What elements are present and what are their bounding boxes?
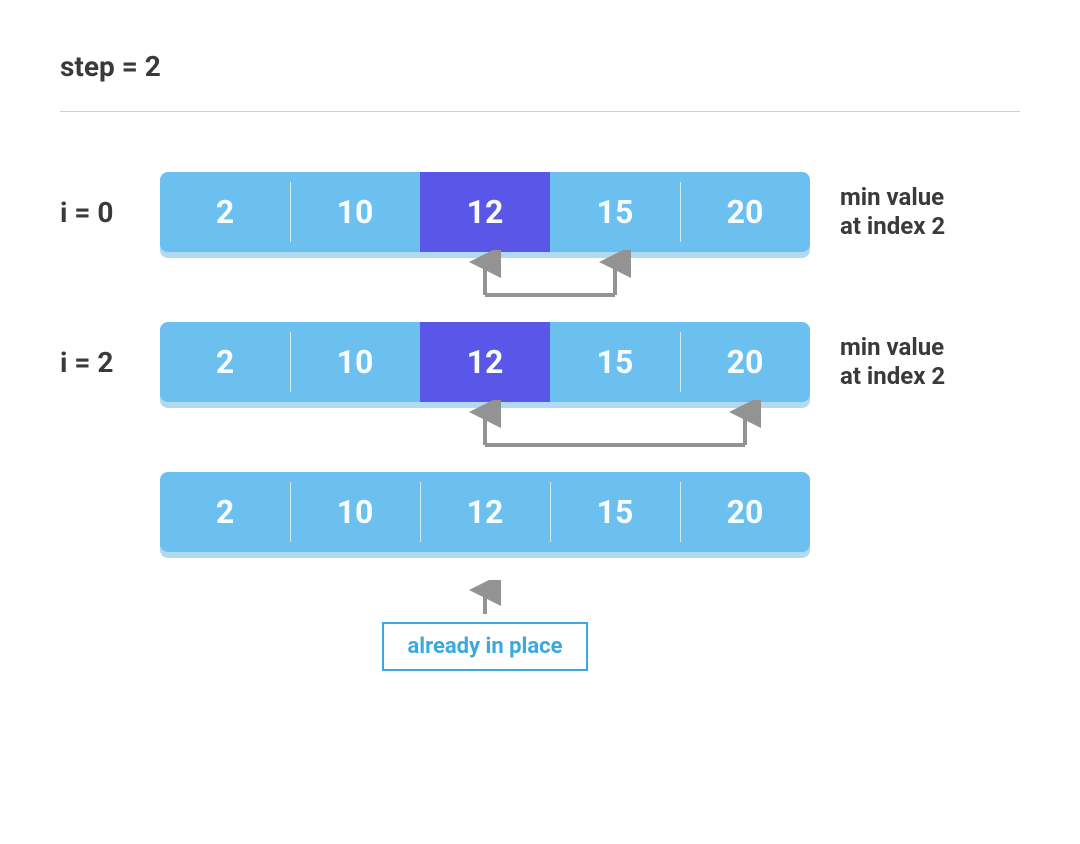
cell-0-3: 15 bbox=[550, 172, 680, 252]
row-note-0: min value at index 2 bbox=[840, 183, 945, 241]
cell-2-2: 12 bbox=[420, 472, 550, 552]
row-note-0-line2: at index 2 bbox=[840, 212, 945, 240]
row-label-1: i = 2 bbox=[60, 346, 160, 379]
array-row-0: i = 0 2 10 12 15 20 min value at index 2 bbox=[60, 172, 1020, 252]
cell-2-4: 20 bbox=[680, 472, 810, 552]
row-note-1-line1: min value bbox=[840, 333, 944, 361]
cell-2-3: 15 bbox=[550, 472, 680, 552]
array-row-1: i = 2 2 10 12 15 20 min value at index 2 bbox=[60, 322, 1020, 402]
cell-1-1: 10 bbox=[290, 322, 420, 402]
cell-0-2: 12 bbox=[420, 172, 550, 252]
divider bbox=[60, 111, 1020, 112]
cell-2-1: 10 bbox=[290, 472, 420, 552]
callout-box: already in place bbox=[382, 622, 589, 671]
cell-0-0: 2 bbox=[160, 172, 290, 252]
cell-2-0: 2 bbox=[160, 472, 290, 552]
row-note-1: min value at index 2 bbox=[840, 333, 945, 391]
row-label-0: i = 0 bbox=[60, 196, 160, 229]
cell-1-0: 2 bbox=[160, 322, 290, 402]
callout-group: already in place bbox=[160, 582, 810, 671]
array-row-2: 2 10 12 15 20 bbox=[60, 472, 1020, 552]
row-note-1-line2: at index 2 bbox=[840, 362, 945, 390]
array-1: 2 10 12 15 20 bbox=[160, 322, 810, 402]
connector-1 bbox=[160, 402, 810, 472]
array-2: 2 10 12 15 20 bbox=[160, 472, 810, 552]
cell-1-2: 12 bbox=[420, 322, 550, 402]
cell-0-1: 10 bbox=[290, 172, 420, 252]
row-note-0-line1: min value bbox=[840, 183, 944, 211]
cell-1-4: 20 bbox=[680, 322, 810, 402]
connector-0 bbox=[160, 252, 810, 322]
cell-1-3: 15 bbox=[550, 322, 680, 402]
cell-0-4: 20 bbox=[680, 172, 810, 252]
step-label: step = 2 bbox=[60, 50, 1020, 83]
array-0: 2 10 12 15 20 bbox=[160, 172, 810, 252]
callout-arrow bbox=[160, 582, 810, 622]
